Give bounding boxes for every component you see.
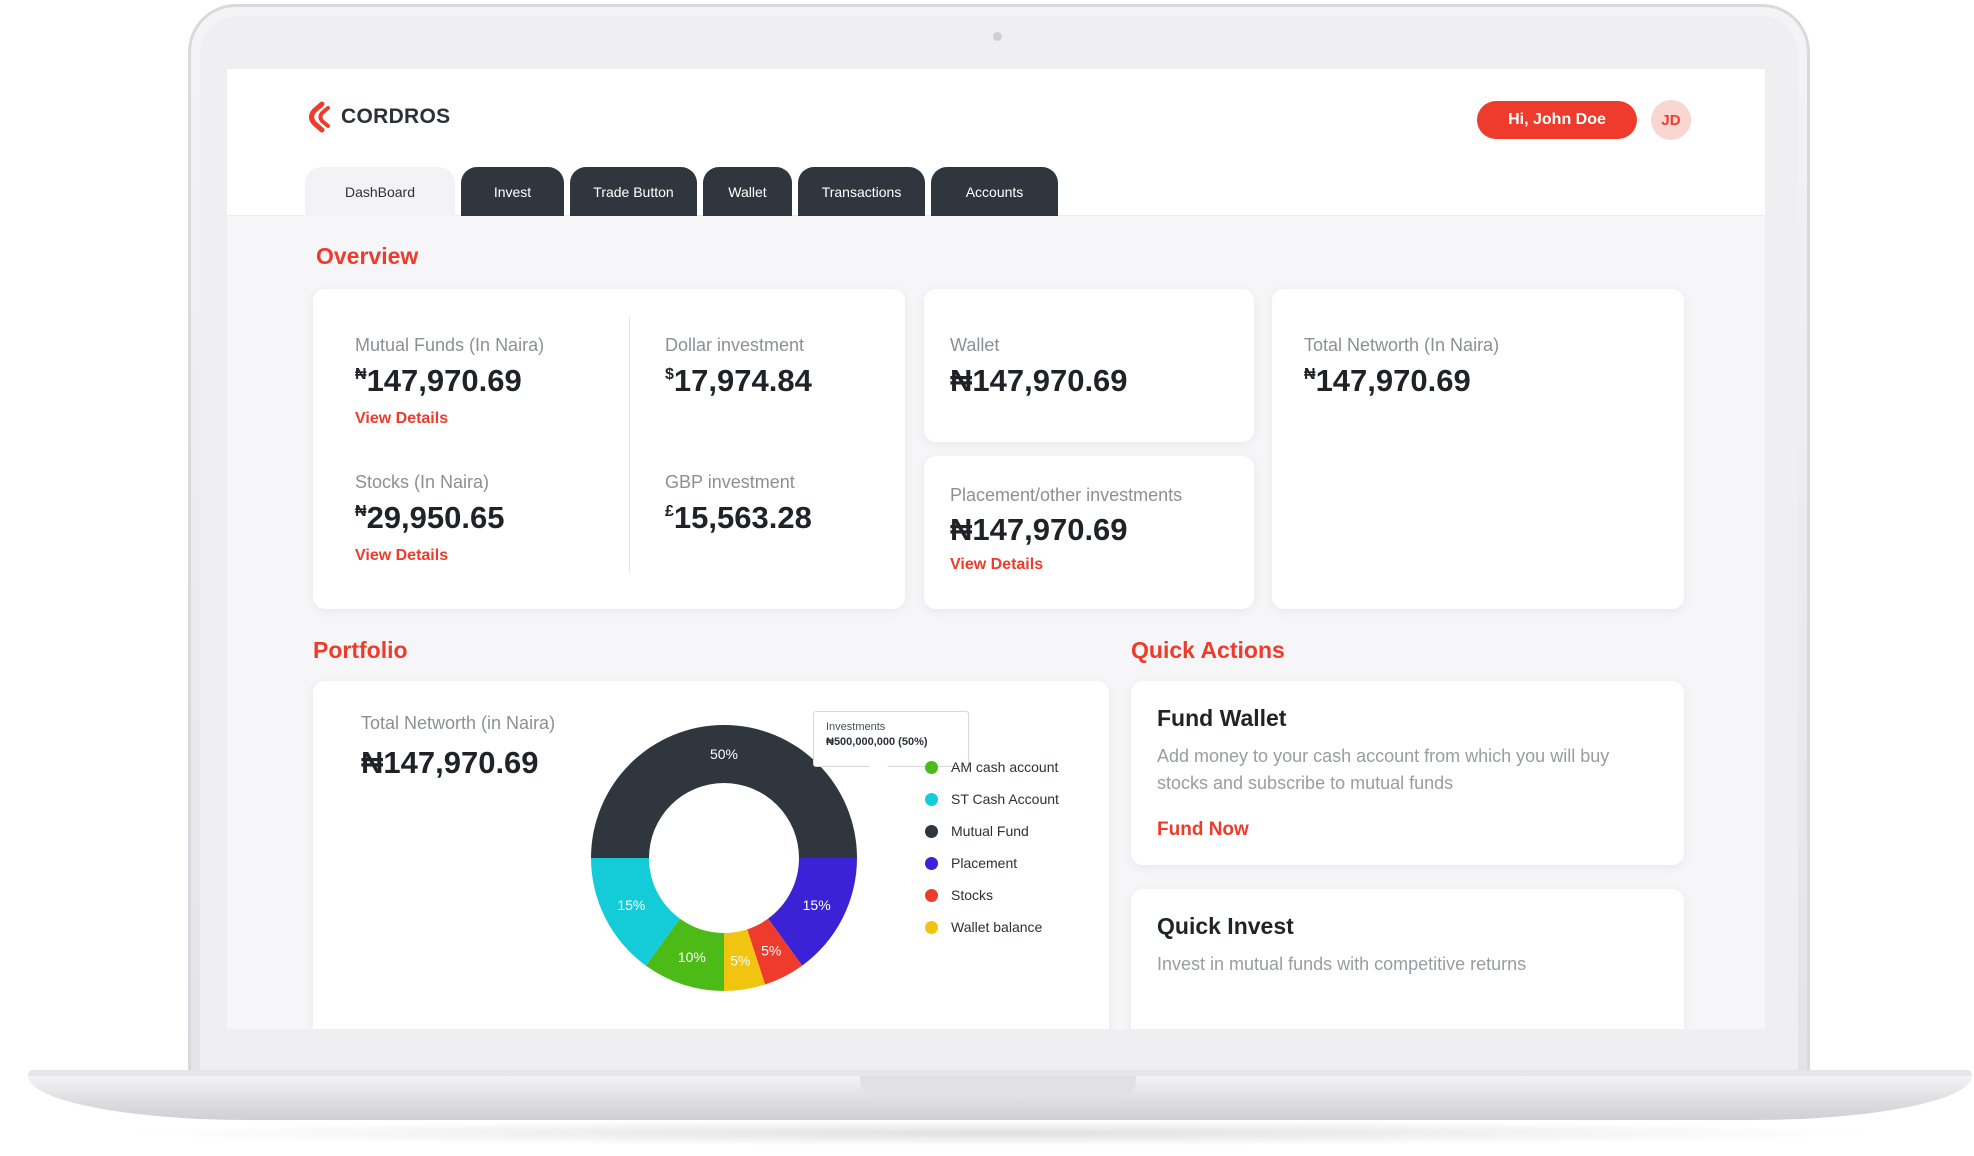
- quick-actions-title: Quick Actions: [1131, 637, 1285, 663]
- tooltip-title: Investments: [826, 721, 886, 733]
- fund-wallet-title: Fund Wallet: [1157, 705, 1287, 731]
- laptop-shadow: [110, 1120, 1890, 1146]
- wallet-value: ₦147,970.69: [950, 363, 1128, 398]
- fund-now-link[interactable]: Fund Now: [1157, 819, 1249, 841]
- app-screen: CORDROS Hi, John Doe JD DashBoard Invest…: [227, 69, 1765, 1029]
- chart-legend: AM cash account ST Cash Account Mutual Fun…: [925, 751, 1059, 943]
- portfolio-card: Total Networth (in Naira) ₦147,970.69 50…: [313, 681, 1109, 1029]
- gbp-investment-value: £15,563.28: [665, 500, 812, 535]
- donut-label-stocks: 5%: [761, 943, 781, 959]
- donut-label-st-cash-account: 15%: [617, 897, 645, 913]
- tab-dashboard[interactable]: DashBoard: [305, 167, 455, 216]
- dollar-investment-label: Dollar investment: [665, 335, 805, 355]
- fund-wallet-card[interactable]: Fund Wallet Add money to your cash accou…: [1131, 681, 1684, 865]
- legend-label: Mutual Fund: [951, 823, 1029, 839]
- wallet-label: Wallet: [950, 335, 1000, 355]
- tab-invest[interactable]: Invest: [461, 167, 564, 216]
- tab-accounts[interactable]: Accounts: [931, 167, 1058, 216]
- legend-item-wallet-balance[interactable]: Wallet balance: [925, 911, 1059, 943]
- legend-label: Placement: [951, 855, 1018, 871]
- donut-label-wallet-balance: 5%: [730, 953, 750, 969]
- placement-value: ₦147,970.69: [950, 512, 1128, 547]
- legend-label: Wallet balance: [951, 919, 1043, 935]
- overview-title: Overview: [316, 243, 419, 269]
- placement-view-details-link[interactable]: View Details: [950, 556, 1043, 574]
- main-tabs: DashBoard Invest Trade Button Wallet Tra…: [305, 167, 1058, 216]
- legend-dot-icon: [925, 888, 938, 902]
- donut-label-am-cash-account: 10%: [678, 949, 706, 965]
- legend-item-stocks[interactable]: Stocks: [925, 879, 1059, 911]
- quick-invest-card[interactable]: Quick Invest Invest in mutual funds with…: [1131, 889, 1684, 1029]
- wallet-card: Wallet ₦147,970.69: [924, 289, 1254, 442]
- stocks-label: Stocks (In Naira): [355, 472, 490, 492]
- legend-item-am-cash-account[interactable]: AM cash account: [925, 751, 1059, 783]
- gbp-investment-label: GBP investment: [665, 472, 795, 492]
- placement-card: Placement/other investments ₦147,970.69 …: [924, 456, 1254, 609]
- camera-icon: [993, 32, 1002, 41]
- dollar-investment-value: $17,974.84: [665, 363, 812, 398]
- total-networth-value: ₦147,970.69: [1304, 363, 1471, 398]
- laptop-notch: [860, 1076, 1136, 1098]
- legend-item-mutual-fund[interactable]: Mutual Fund: [925, 815, 1059, 847]
- brand-name: CORDROS: [341, 105, 451, 128]
- card-divider: [629, 317, 630, 573]
- legend-label: AM cash account: [951, 759, 1059, 775]
- mutual-funds-label: Mutual Funds (In Naira): [355, 335, 545, 355]
- user-greeting-button[interactable]: Hi, John Doe: [1477, 101, 1637, 139]
- quick-invest-title: Quick Invest: [1157, 913, 1294, 939]
- mutual-funds-value: ₦147,970.69: [355, 363, 522, 398]
- legend-dot-icon: [925, 856, 938, 870]
- legend-dot-icon: [925, 824, 938, 838]
- portfolio-total-value: ₦147,970.69: [361, 745, 539, 780]
- total-networth-label: Total Networth (In Naira): [1304, 335, 1500, 355]
- legend-dot-icon: [925, 920, 938, 934]
- portfolio-total-label: Total Networth (in Naira): [361, 713, 556, 733]
- top-navigation-bar: CORDROS Hi, John Doe JD DashBoard Invest…: [227, 69, 1765, 216]
- tooltip-value: ₦500,000,000 (50%): [826, 736, 928, 748]
- fund-wallet-description: Add money to your cash account from whic…: [1157, 746, 1610, 793]
- legend-dot-icon: [925, 792, 938, 806]
- stocks-view-details-link[interactable]: View Details: [355, 547, 448, 565]
- avatar[interactable]: JD: [1651, 100, 1691, 140]
- mutual-funds-view-details-link[interactable]: View Details: [355, 410, 448, 428]
- legend-label: ST Cash Account: [951, 791, 1059, 807]
- legend-item-placement[interactable]: Placement: [925, 847, 1059, 879]
- tooltip-arrow: [869, 766, 888, 778]
- donut-label-placement: 15%: [803, 897, 831, 913]
- stocks-value: ₦29,950.65: [355, 500, 505, 535]
- tab-wallet[interactable]: Wallet: [703, 167, 792, 216]
- donut-label-mutual-fund: 50%: [710, 746, 738, 762]
- cordros-logo-icon: [309, 101, 330, 133]
- legend-item-st-cash-account[interactable]: ST Cash Account: [925, 783, 1059, 815]
- investments-card: Mutual Funds (In Naira) ₦147,970.69 View…: [313, 289, 905, 609]
- placement-label: Placement/other investments: [950, 485, 1183, 505]
- quick-invest-description: Invest in mutual funds with competitive …: [1157, 954, 1527, 974]
- legend-dot-icon: [925, 760, 938, 774]
- total-networth-card: Total Networth (In Naira) ₦147,970.69: [1272, 289, 1684, 609]
- tab-trade-button[interactable]: Trade Button: [570, 167, 697, 216]
- tab-transactions[interactable]: Transactions: [798, 167, 925, 216]
- brand-logo[interactable]: CORDROS: [305, 101, 450, 133]
- legend-label: Stocks: [951, 887, 994, 903]
- portfolio-title: Portfolio: [313, 637, 408, 663]
